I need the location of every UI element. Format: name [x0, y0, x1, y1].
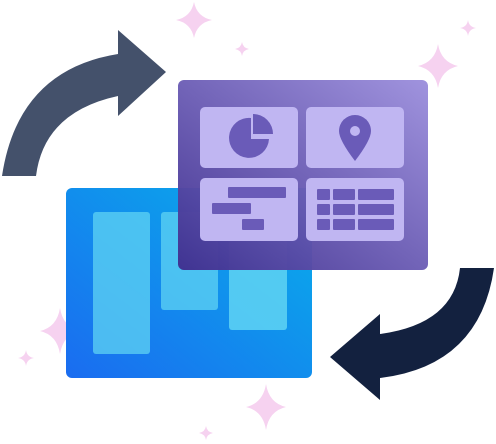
bar-1 — [93, 212, 150, 354]
sparkle-icon — [235, 42, 249, 56]
sparkle-icon — [176, 2, 212, 38]
sparkle-icon — [199, 426, 213, 440]
conversion-illustration — [2, 2, 494, 440]
arrow-bottom-icon — [330, 268, 494, 400]
sparkle-icon — [246, 384, 286, 430]
sparkle-icon — [18, 350, 34, 366]
sparkle-icon — [460, 20, 476, 36]
arrow-top-icon — [2, 30, 166, 176]
dashboard-panel — [178, 80, 428, 270]
